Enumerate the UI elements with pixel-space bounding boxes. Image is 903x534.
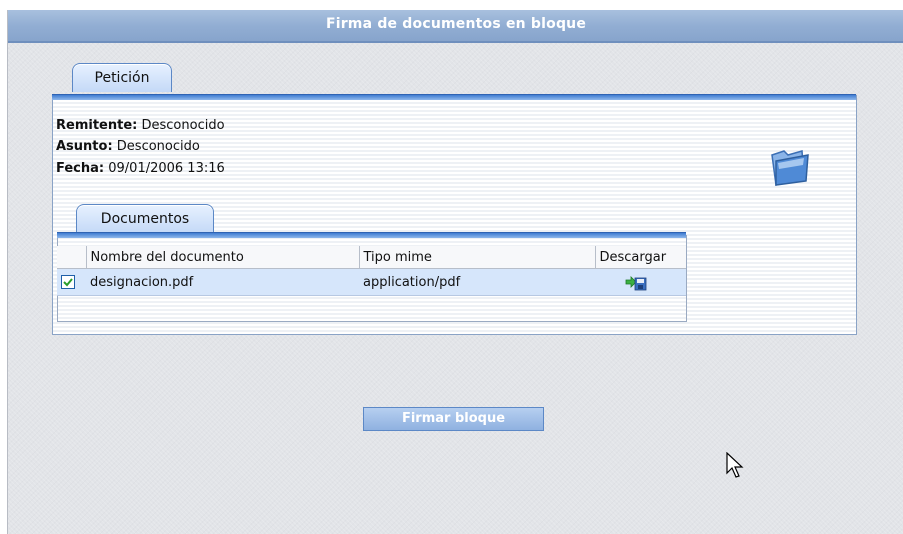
tab-peticion[interactable]: Petición xyxy=(72,63,172,92)
fecha-line: Fecha: 09/01/2006 13:16 xyxy=(56,161,225,176)
asunto-label: Asunto: xyxy=(56,139,113,154)
asunto-line: Asunto: Desconocido xyxy=(56,139,200,154)
row-checkbox[interactable] xyxy=(61,275,75,289)
fecha-label: Fecha: xyxy=(56,161,105,176)
table-header-row: Nombre del documento Tipo mime Descargar xyxy=(57,246,686,269)
remitente-value: Desconocido xyxy=(141,118,225,133)
fecha-value: 09/01/2006 13:16 xyxy=(108,161,225,176)
row-select-cell xyxy=(57,268,86,296)
open-folder-icon xyxy=(766,141,814,193)
remitente-line: Remitente: Desconocido xyxy=(56,118,225,133)
download-save-icon[interactable] xyxy=(625,275,647,295)
column-header-select xyxy=(57,246,87,269)
documentos-panel-bar xyxy=(57,232,686,238)
checkmark-icon xyxy=(63,278,73,287)
document-mime: application/pdf xyxy=(359,268,595,296)
documents-table: Nombre del documento Tipo mime Descargar… xyxy=(57,246,686,296)
column-header-download[interactable]: Descargar xyxy=(595,246,686,269)
firmar-bloque-button[interactable]: Firmar bloque xyxy=(363,407,544,431)
download-cell xyxy=(595,268,686,296)
table-row[interactable]: designacion.pdf application/pdf xyxy=(57,268,686,296)
window-title: Firma de documentos en bloque xyxy=(8,10,903,43)
asunto-value: Desconocido xyxy=(116,139,200,154)
remitente-label: Remitente: xyxy=(56,118,138,133)
column-header-mime[interactable]: Tipo mime xyxy=(359,246,596,269)
mouse-cursor-icon xyxy=(726,451,746,484)
tab-documentos[interactable]: Documentos xyxy=(76,204,214,233)
column-header-name[interactable]: Nombre del documento xyxy=(86,246,360,269)
peticion-panel-bar xyxy=(52,94,856,100)
document-name: designacion.pdf xyxy=(86,268,359,296)
